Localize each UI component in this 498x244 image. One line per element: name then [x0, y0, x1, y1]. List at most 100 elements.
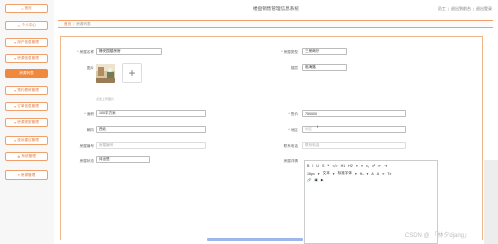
list-icon: ≡ [17, 173, 20, 177]
price-label: * 售价 [288, 112, 298, 116]
status-label: 房屋状态 [79, 159, 94, 163]
editor-toolbar-row-2: 16px ▾ 文本 ▾ 标准字体 ▾ Hₓ ▾ A A ≡ Tx [307, 171, 391, 176]
code-button[interactable]: </> [332, 164, 337, 168]
subscript-button[interactable]: x₂ [366, 164, 369, 168]
chevron-down-icon: ▾ [354, 171, 357, 176]
list-icon: ≡ [14, 56, 17, 61]
list-icon: ≡ [14, 40, 17, 45]
bullet-list-button[interactable]: ≡ [361, 164, 363, 168]
header: 楼盘销售管理信息系统 员工 | 退出到前台 | 退出登录 [54, 0, 498, 18]
sidebar-item-orders[interactable]: ≡ 订单信息管理 [5, 102, 48, 111]
sidebar-item-label: 预约看房管理 [17, 88, 39, 92]
strikethrough-button[interactable]: S [322, 164, 324, 168]
text-cursor-icon: I [317, 124, 319, 129]
outdent-button[interactable]: ⇤ [378, 164, 381, 168]
house-name-label: * 房屋名称 [77, 50, 94, 54]
location-label: 楼层 [290, 66, 298, 70]
area-field[interactable]: 100平方米 [96, 110, 206, 117]
back-to-frontend-link[interactable]: 退出到前台 [451, 6, 471, 12]
breadcrumb: 首页 / 房源列表 [58, 20, 493, 28]
chevron-down-icon: ▾ [317, 171, 320, 176]
list-icon: ≡ [14, 120, 17, 125]
sidebar-item-users[interactable]: ≡ 用户信息管理 [5, 38, 48, 47]
font-color-button[interactable]: A [371, 172, 373, 176]
house-number-field[interactable]: 房屋编号 [96, 142, 206, 149]
indent-button[interactable]: ⇥ [384, 164, 387, 168]
region-label: * 地区 [288, 128, 298, 132]
orientation-label: 朝向 [86, 128, 94, 132]
link-icon[interactable]: 🔗 [307, 178, 311, 182]
status-field[interactable]: 待出售 [96, 156, 150, 163]
font-family-select[interactable]: 标准字体 [338, 171, 352, 176]
sidebar-item-label: 房源管理 [20, 172, 36, 177]
italic-button[interactable]: I [312, 164, 313, 168]
number-label: 房屋编号 [79, 144, 94, 148]
sidebar-item-label: 订单信息管理 [17, 104, 39, 108]
gear-icon: ⚙ [17, 154, 21, 159]
sidebar-item-label: 系统管理 [21, 154, 36, 158]
quote-button[interactable]: ❝ [327, 164, 329, 168]
watermark: CSDN @ 「林夕djang」 [404, 233, 470, 239]
horizontal-scrollbar[interactable] [207, 238, 303, 241]
area-label: * 面积 [84, 112, 94, 116]
list-icon: ≡ [14, 104, 17, 109]
user-icon: ☺ [16, 23, 21, 28]
location-field[interactable]: 临海路 [302, 64, 347, 71]
h2-button[interactable]: H2 [348, 164, 353, 168]
home-icon: ⌂ [21, 6, 24, 11]
sidebar-item-house-type[interactable]: ≡ 房源类型管理 [5, 118, 48, 127]
orientation-field[interactable]: 西北 [96, 126, 206, 133]
sidebar-item-house-info[interactable]: ≡ 房源信息管理 [5, 54, 48, 63]
detail-label: 房屋详情 [283, 159, 298, 163]
list-icon: ≡ [14, 88, 17, 93]
ordered-list-button[interactable]: ≡ [356, 164, 358, 168]
breadcrumb-home[interactable]: 首页 [64, 22, 71, 27]
sidebar-item-home[interactable]: ⌂ 首页 [5, 4, 48, 13]
sidebar-item-profile[interactable]: ☺ 个人中心 [5, 21, 48, 30]
editor-toolbar-row-3: 🔗 ▣ ▶ [307, 178, 324, 182]
editor-toolbar-row-1: B I U S ❝ </> H1 H2 ≡ ≡ x₂ x² ⇤ ⇥ [307, 164, 387, 168]
sidebar-item-label: 投诉建议管理 [17, 138, 39, 142]
upload-hint: 点击上传图片 [96, 97, 115, 101]
sidebar-item-label: 个人中心 [21, 23, 37, 27]
header-links: 员工 | 退出到前台 | 退出登录 [437, 6, 492, 12]
upload-image-button[interactable]: + [122, 63, 142, 83]
house-name-field[interactable]: 静安园楼房房 [96, 48, 162, 55]
text-style-select[interactable]: 文本 [323, 171, 330, 176]
sidebar-item-viewing[interactable]: ≡ 预约看房管理 [5, 86, 48, 95]
breadcrumb-current: 房源列表 [76, 21, 91, 26]
image-icon[interactable]: ▣ [314, 178, 317, 182]
contact-field[interactable]: 联系电话 [302, 142, 406, 149]
align-button[interactable]: ≡ [382, 172, 384, 176]
clear-format-button[interactable]: Tx [387, 172, 391, 176]
superscript-button[interactable]: x² [372, 164, 375, 168]
heading-select[interactable]: Hₓ [360, 172, 364, 176]
price-field[interactable]: 750000 [302, 110, 406, 117]
chevron-down-icon: ▾ [332, 171, 335, 176]
sidebar-item-system[interactable]: ⚙ 系统管理 [5, 152, 48, 161]
current-user: 员工 [437, 6, 446, 11]
sidebar-item-house-manage[interactable]: ≡ 房源管理 [5, 170, 48, 180]
sidebar-item-label: 首页 [24, 6, 32, 10]
h1-button[interactable]: H1 [341, 164, 346, 168]
contact-label: 联系电话 [283, 144, 298, 148]
sidebar-item-label: 房源类型管理 [17, 120, 39, 124]
video-icon[interactable]: ▶ [321, 178, 324, 182]
underline-button[interactable]: U [316, 164, 319, 168]
sidebar-item-house-list[interactable]: 房源列表 [5, 69, 48, 78]
bold-button[interactable]: B [307, 164, 309, 168]
sidebar-item-label: 用户信息管理 [17, 40, 39, 44]
logout-link[interactable]: 退出登录 [476, 6, 492, 12]
font-size-select[interactable]: 16px [307, 172, 315, 176]
app-title: 楼盘销售管理信息系统 [253, 6, 299, 11]
sidebar-item-feedback[interactable]: ≡ 投诉建议管理 [5, 136, 48, 145]
sidebar-item-label: 房源信息管理 [17, 56, 39, 60]
sidebar-item-label: 房源列表 [19, 71, 34, 75]
list-icon: ≡ [14, 138, 17, 143]
background-color-button[interactable]: A [377, 172, 379, 176]
image-label: 图片 [86, 66, 94, 70]
house-photo [96, 64, 115, 83]
house-type-field[interactable]: 三房两厅 [302, 48, 347, 55]
sidebar: ⌂ 首页 ☺ 个人中心 ≡ 用户信息管理 ≡ 房源信息管理 房源列表 ≡ 预约看… [0, 0, 54, 244]
house-type-label: * 房屋类型 [281, 50, 298, 54]
